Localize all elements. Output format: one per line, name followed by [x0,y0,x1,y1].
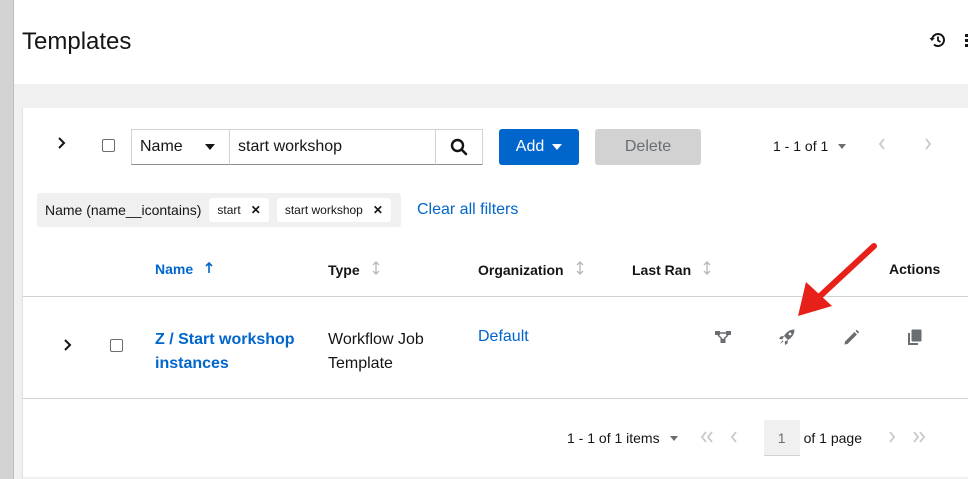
next-page-button[interactable] [888,430,896,446]
first-page-button[interactable] [700,430,714,446]
filter-chip-group: Name (name__icontains) start ✕ start wor… [37,193,401,227]
launch-rocket-icon[interactable] [777,327,797,347]
table-bottom-divider [23,398,968,399]
annotation-arrow-icon [798,243,877,316]
sort-icon [703,261,711,278]
previous-page-button[interactable] [878,137,886,155]
filter-field-select[interactable]: Name [131,129,230,165]
delete-button[interactable]: Delete [595,129,701,165]
edit-pencil-icon[interactable] [841,327,861,347]
filter-category-label: Name (name__icontains) [45,202,202,218]
column-header-organization[interactable]: Organization [478,261,584,278]
search-button[interactable] [435,129,483,165]
row-expand-toggle[interactable] [63,338,73,357]
history-icon[interactable] [928,30,948,50]
truncated-icon[interactable] [963,30,968,50]
filter-chip: start ✕ [209,198,269,222]
column-label: Name [155,261,194,277]
search-icon [450,138,468,156]
pagination-toggle[interactable]: 1 - 1 of 1 [773,138,847,154]
page-title: Templates [22,28,132,55]
sort-icon [576,261,584,278]
page-header: Templates [14,0,968,84]
sort-icon [372,261,380,278]
items-label: 1 - 1 of 1 items [567,430,660,446]
chip-label: start workshop [284,203,363,217]
close-icon[interactable]: ✕ [373,203,383,217]
expand-all-toggle[interactable] [57,136,67,155]
clear-all-filters-link[interactable]: Clear all filters [417,201,518,219]
column-label: Actions [889,261,941,277]
column-header-name[interactable]: Name [155,261,213,277]
template-type: Workflow Job Template [328,331,424,372]
caret-down-icon [205,144,215,150]
filter-field-label: Name [140,138,183,155]
page-count-label: of 1 page [803,430,862,446]
filter-chip: start workshop ✕ [276,198,391,222]
previous-page-button[interactable] [730,430,738,446]
template-name-link[interactable]: Z / Start workshop instances [155,328,305,376]
close-icon[interactable]: ✕ [251,203,261,217]
last-page-button[interactable] [912,430,926,446]
column-label: Type [328,261,360,278]
add-button[interactable]: Add [499,129,579,165]
workflow-visualizer-icon[interactable] [713,327,733,347]
left-scroll-strip [0,0,14,479]
column-header-last-ran[interactable]: Last Ran [632,261,711,278]
search-input[interactable]: start workshop [229,129,436,165]
current-page-input[interactable]: 1 [763,420,800,456]
column-label: Last Ran [632,261,692,278]
select-all-checkbox[interactable] [102,139,115,152]
chip-label: start [217,203,241,217]
caret-down-icon [669,435,678,441]
column-header-type[interactable]: Type [328,261,380,278]
row-checkbox[interactable] [110,339,123,352]
organization-link[interactable]: Default [478,328,529,346]
top-pagination: 1 - 1 of 1 [773,137,932,155]
sort-ascending-icon [205,261,213,277]
add-button-label: Add [515,138,545,155]
pagination-label: 1 - 1 of 1 [773,138,829,154]
next-page-button[interactable] [924,137,932,155]
caret-down-icon [552,144,563,150]
items-per-page-toggle[interactable]: 1 - 1 of 1 items [567,430,678,446]
copy-icon[interactable] [905,327,925,347]
column-header-actions: Actions [889,261,940,277]
column-label: Organization [478,261,564,278]
bottom-pagination: 1 - 1 of 1 items 1 of 1 page [567,420,926,456]
caret-down-icon [838,143,847,149]
